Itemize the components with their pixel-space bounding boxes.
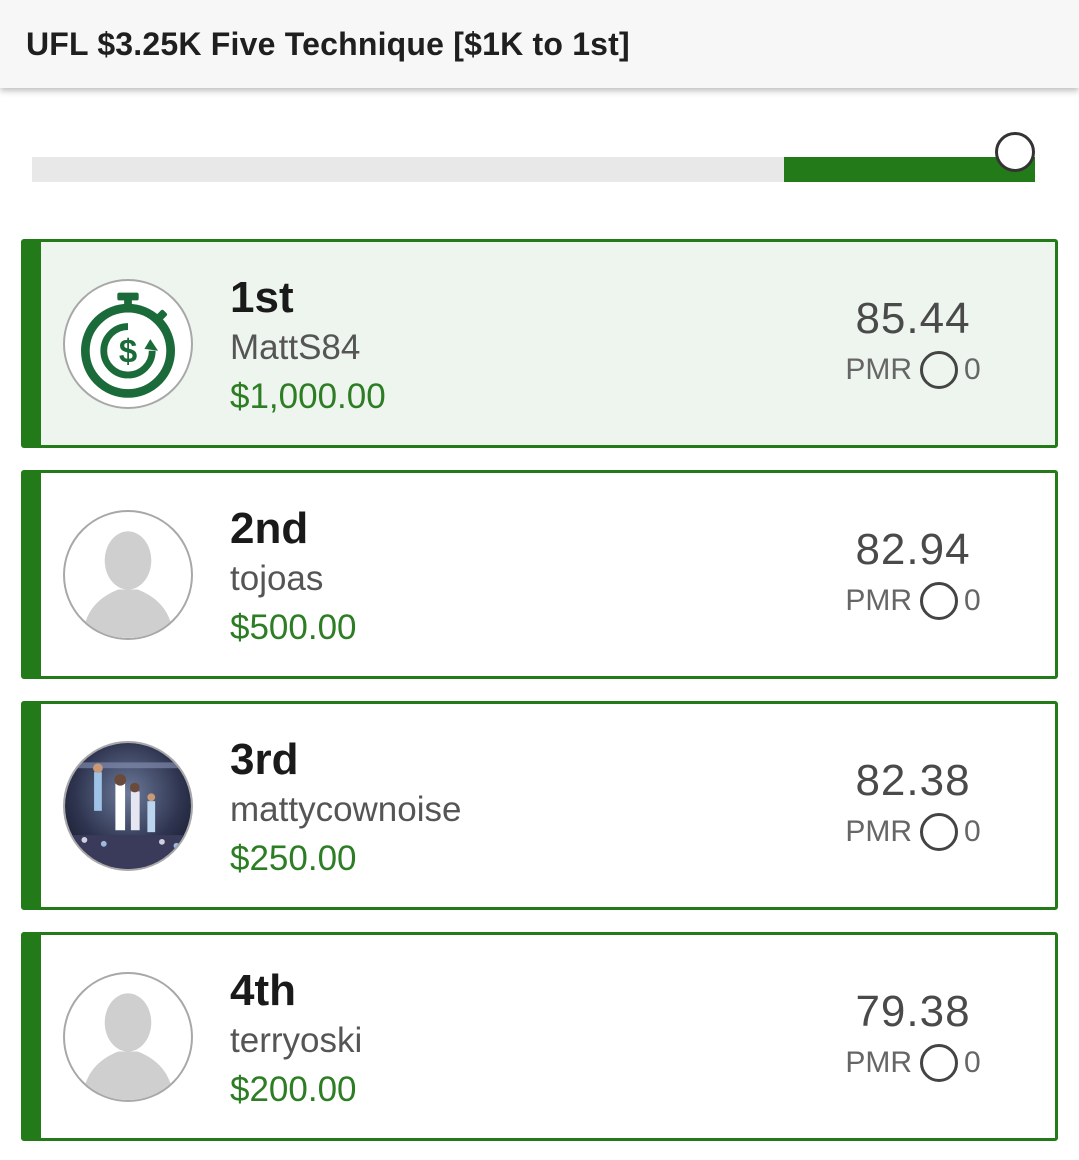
pmr-row: PMR 0 — [813, 810, 1013, 854]
pmr-value: 0 — [963, 353, 981, 386]
entry-rank: 4th — [230, 966, 296, 1015]
contest-progress-slider[interactable] — [32, 128, 1035, 188]
pmr-label: PMR — [845, 353, 912, 386]
entry-score: 79.38 — [855, 987, 971, 1036]
entry-rank: 1st — [230, 273, 294, 322]
entry-score-block: 82.94 PMR 0 — [813, 521, 1013, 623]
entry-username[interactable]: mattycownoise — [230, 786, 461, 834]
entry-rank: 3rd — [230, 735, 299, 784]
entry-score: 82.38 — [855, 756, 971, 805]
dollar-stopwatch-icon: $ — [63, 279, 193, 409]
entry-score: 85.44 — [855, 294, 971, 343]
basketball-photo — [63, 741, 193, 871]
entry-prize: $1,000.00 — [230, 377, 386, 416]
leaderboard-entry-3[interactable]: 3rd mattycownoise $250.00 82.38 PMR 0 — [21, 701, 1058, 910]
default-person-icon — [63, 972, 193, 1102]
entry-score-block: 85.44 PMR 0 — [813, 290, 1013, 392]
pmr-row: PMR 0 — [813, 579, 1013, 623]
contest-results-screen: UFL $3.25K Five Technique [$1K to 1st] $ — [0, 0, 1079, 1160]
entry-score-block: 79.38 PMR 0 — [813, 983, 1013, 1085]
entry-info: 3rd mattycownoise $250.00 — [230, 734, 461, 884]
entry-info: 2nd tojoas $500.00 — [230, 503, 357, 653]
pmr-circle-icon — [919, 1044, 958, 1082]
entry-prize: $250.00 — [230, 839, 357, 878]
default-person-icon — [63, 510, 193, 640]
leaderboard-entry-2[interactable]: 2nd tojoas $500.00 82.94 PMR 0 — [21, 470, 1058, 679]
entry-username[interactable]: MattS84 — [230, 324, 386, 372]
contest-title: UFL $3.25K Five Technique [$1K to 1st] — [26, 25, 630, 62]
pmr-value: 0 — [963, 584, 981, 617]
contest-header: UFL $3.25K Five Technique [$1K to 1st] — [0, 0, 1079, 88]
entry-username[interactable]: terryoski — [230, 1017, 362, 1065]
leaderboard-entry-1[interactable]: $ 1st MattS84 $1,000.00 85.44 PMR 0 — [21, 239, 1058, 448]
progress-thumb[interactable] — [995, 132, 1035, 172]
pmr-circle-icon — [919, 351, 958, 389]
entry-rank: 2nd — [230, 504, 309, 553]
pmr-circle-icon — [919, 582, 958, 620]
pmr-label: PMR — [845, 584, 912, 617]
svg-text:$: $ — [119, 332, 137, 369]
entry-username[interactable]: tojoas — [230, 555, 357, 603]
leaderboard-list: $ 1st MattS84 $1,000.00 85.44 PMR 0 2nd … — [21, 239, 1058, 1160]
entry-info: 4th terryoski $200.00 — [230, 965, 362, 1115]
entry-score-block: 82.38 PMR 0 — [813, 752, 1013, 854]
entry-info: 1st MattS84 $1,000.00 — [230, 272, 386, 422]
pmr-label: PMR — [845, 815, 912, 848]
entry-prize: $200.00 — [230, 1070, 357, 1109]
entry-prize: $500.00 — [230, 608, 357, 647]
pmr-value: 0 — [963, 1046, 981, 1079]
pmr-row: PMR 0 — [813, 1041, 1013, 1085]
pmr-circle-icon — [919, 813, 958, 851]
entry-score: 82.94 — [855, 525, 971, 574]
pmr-row: PMR 0 — [813, 348, 1013, 392]
pmr-value: 0 — [963, 815, 981, 848]
leaderboard-entry-4[interactable]: 4th terryoski $200.00 79.38 PMR 0 — [21, 932, 1058, 1141]
pmr-label: PMR — [845, 1046, 912, 1079]
